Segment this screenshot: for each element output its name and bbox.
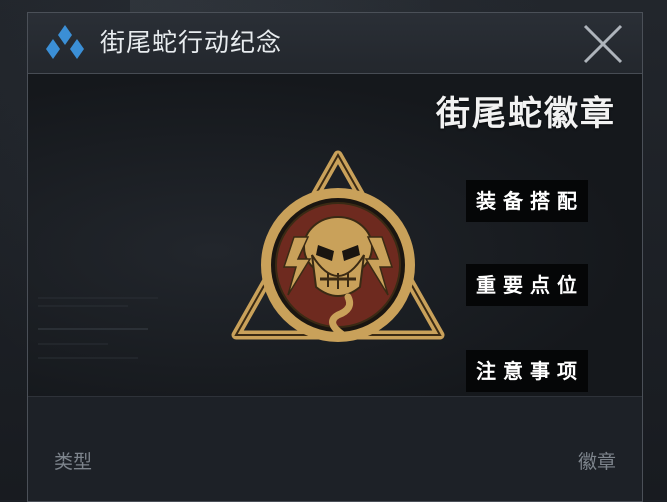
title-bar: 街尾蛇行动纪念	[28, 13, 642, 74]
info-row: 类型 徽章	[28, 397, 642, 501]
decorative-lines	[38, 297, 158, 359]
window-title: 街尾蛇行动纪念	[100, 28, 283, 57]
shadow-company-skull-badge-icon	[231, 150, 445, 342]
background-streak	[130, 0, 430, 12]
badge-title: 街尾蛇徽章	[436, 94, 616, 134]
blue-diamond-cluster-icon	[46, 25, 84, 59]
tag-key-locations[interactable]: 重要点位	[466, 264, 588, 306]
close-icon[interactable]	[581, 22, 625, 66]
tag-notes[interactable]: 注意事项	[466, 350, 588, 392]
item-detail-window: 街尾蛇行动纪念 街尾蛇徽章 装备搭配 重要点位 注意事项 类型 徽章	[27, 12, 643, 502]
type-label: 类型	[54, 451, 93, 473]
badge-preview-panel: 街尾蛇徽章 装备搭配 重要点位 注意事项	[28, 74, 642, 396]
tag-loadout[interactable]: 装备搭配	[466, 180, 588, 222]
type-value: 徽章	[577, 451, 616, 473]
